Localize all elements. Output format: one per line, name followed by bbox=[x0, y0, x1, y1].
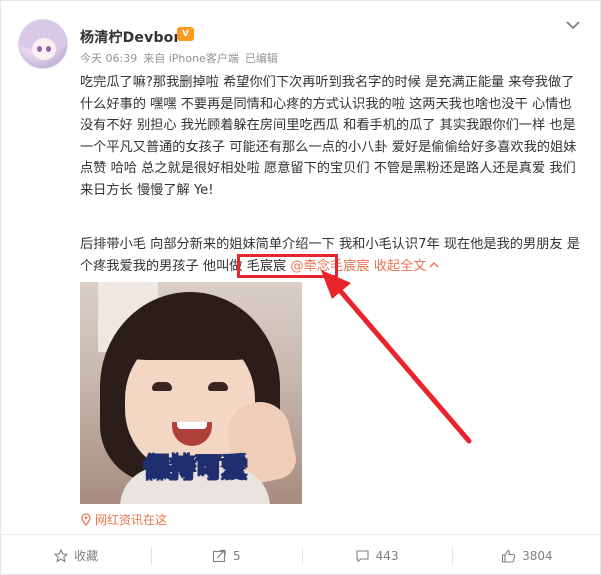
repost-count: 5 bbox=[233, 548, 241, 563]
location-pin-icon bbox=[81, 513, 91, 526]
avatar[interactable] bbox=[18, 19, 68, 69]
collapse-chevron-icon[interactable] bbox=[429, 261, 439, 269]
image-caption: 保持可爱 bbox=[143, 452, 248, 483]
image-eye bbox=[208, 382, 228, 391]
avatar-face bbox=[32, 38, 56, 60]
comment-button[interactable]: 443 bbox=[301, 535, 452, 575]
image-teeth bbox=[177, 422, 207, 429]
post-image[interactable]: 保持可爱 bbox=[80, 282, 302, 504]
repost-icon bbox=[212, 549, 226, 562]
favorite-button[interactable]: 收藏 bbox=[1, 535, 151, 575]
collapse-text-link[interactable]: 收起全文 bbox=[370, 259, 427, 274]
like-count: 3804 bbox=[522, 548, 553, 563]
repost-button[interactable]: 5 bbox=[151, 535, 301, 575]
action-bar: 收藏 5 443 3804 bbox=[1, 534, 601, 575]
like-button[interactable]: 3804 bbox=[451, 535, 601, 575]
image-eye bbox=[152, 382, 172, 391]
comment-count: 443 bbox=[375, 548, 399, 563]
favorite-label: 收藏 bbox=[74, 549, 99, 563]
location-text: 网红资讯在这 bbox=[95, 513, 168, 527]
post-time[interactable]: 今天 06:39 bbox=[80, 52, 137, 65]
username[interactable]: 杨清柠Devbor bbox=[80, 27, 181, 47]
edited-label[interactable]: 已编辑 bbox=[245, 52, 278, 65]
annotation-highlight-box bbox=[237, 254, 338, 278]
image-bangs bbox=[118, 312, 263, 360]
weibo-post-card: 杨清柠Devbor V 今天 06:39 来自 iPhone客户端 已编辑 吃完瓜了… bbox=[0, 0, 601, 575]
star-icon bbox=[54, 548, 69, 563]
thumbs-up-icon bbox=[502, 549, 516, 563]
post-client: 来自 iPhone客户端 bbox=[143, 52, 239, 65]
comment-icon bbox=[356, 549, 369, 562]
post-meta: 今天 06:39 来自 iPhone客户端 已编辑 bbox=[80, 50, 284, 66]
avatar-eye bbox=[37, 46, 42, 52]
avatar-eye bbox=[46, 46, 51, 52]
location-tag[interactable]: 网红资讯在这 bbox=[80, 511, 167, 528]
post-text: 吃完瓜了嘛?那我删掉啦 希望你们下次再听到我名字的时候 是充满正能量 来夸我做了… bbox=[80, 75, 577, 198]
vip-badge: V bbox=[177, 27, 194, 41]
chevron-down-icon[interactable] bbox=[564, 18, 582, 32]
